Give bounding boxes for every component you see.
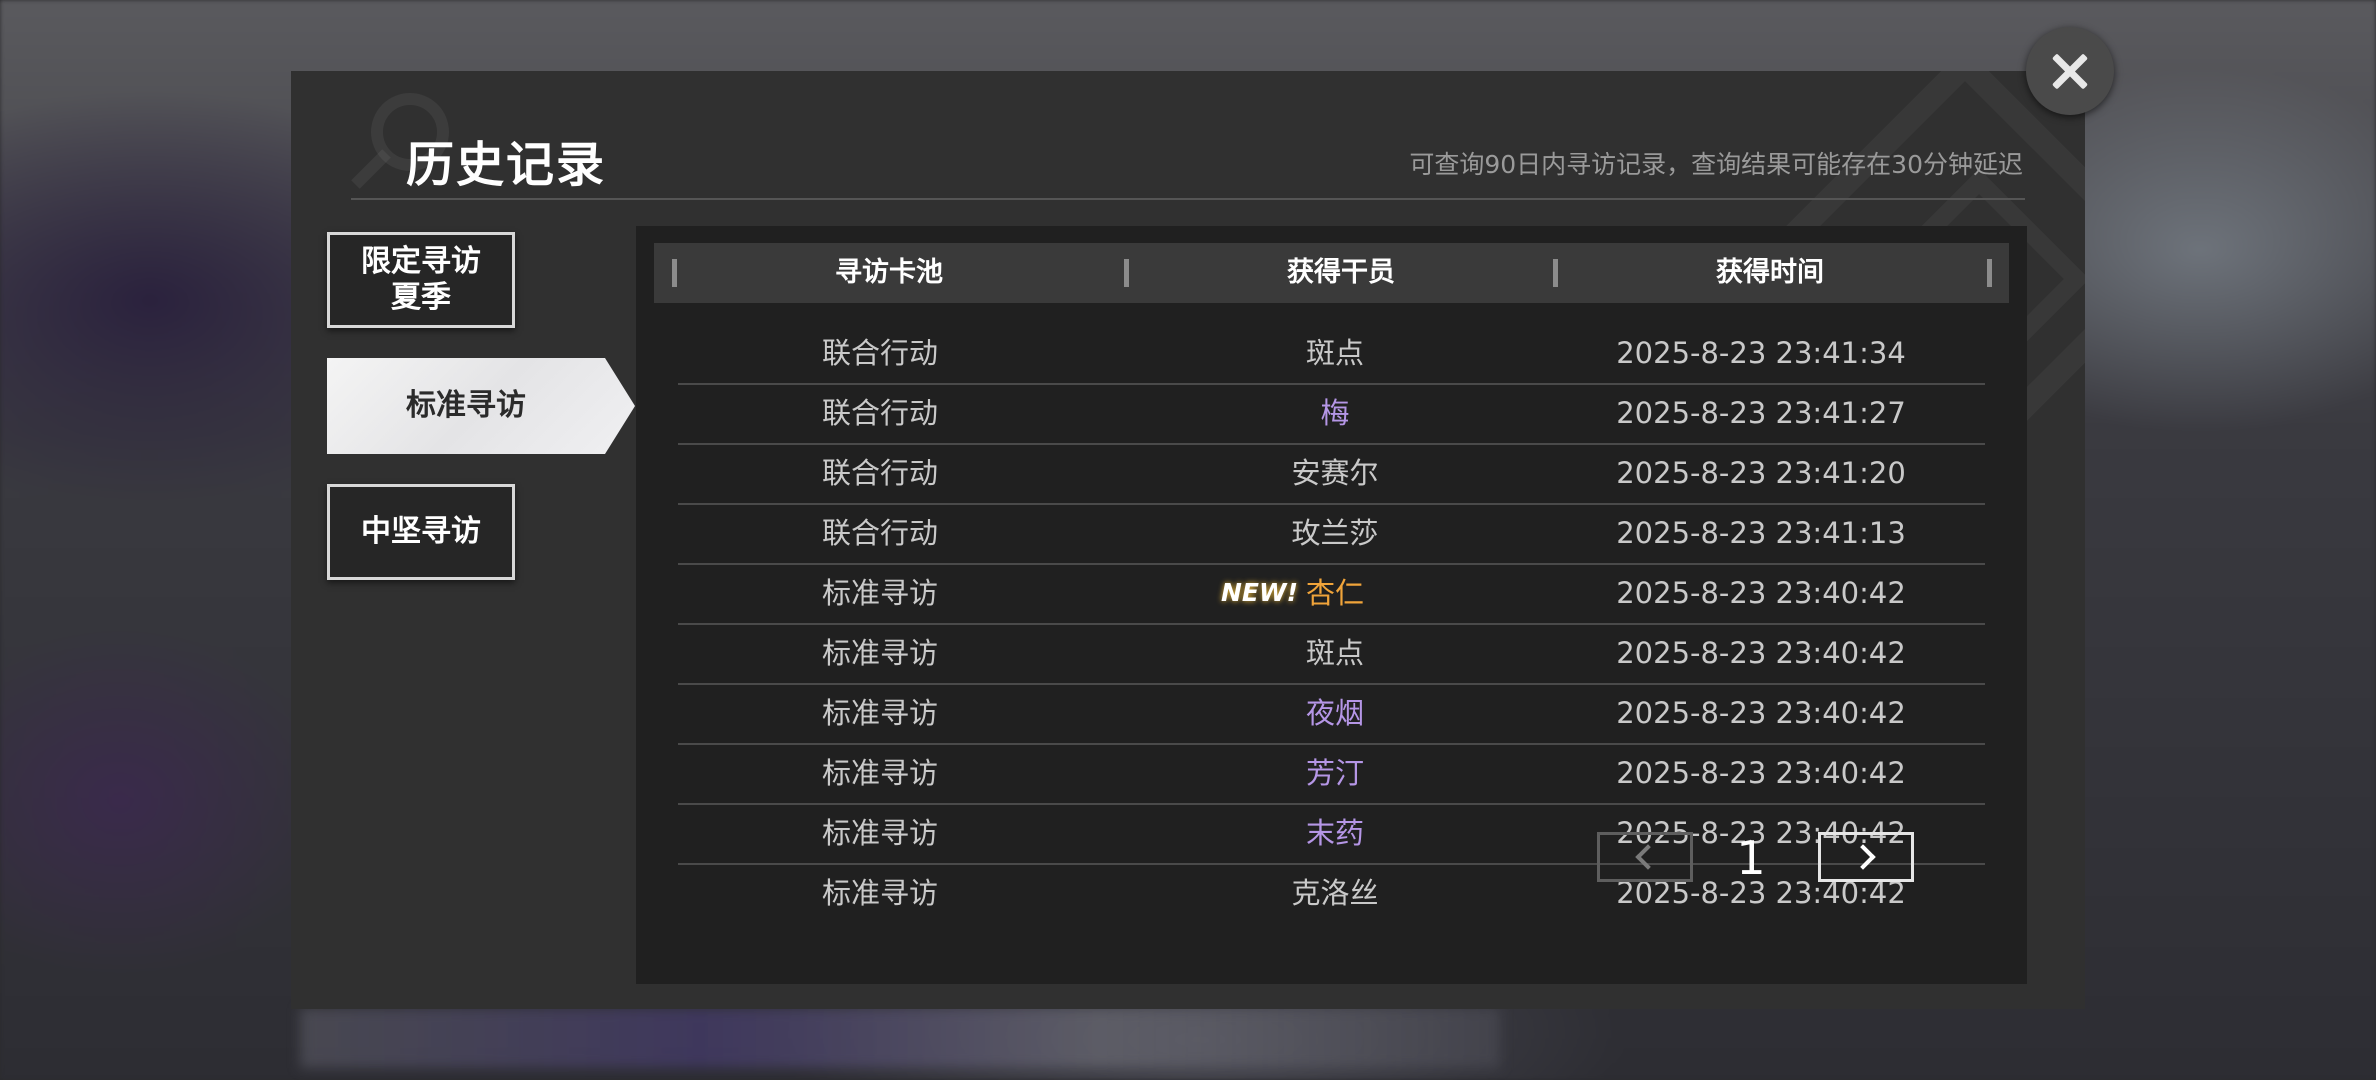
tab-standard[interactable]: 标准寻访: [327, 358, 635, 454]
table-row: 标准寻访 NEW! 杏仁 2025-8-23 23:40:42: [678, 563, 1985, 625]
operator-name: 夜烟: [1305, 696, 1364, 730]
table-row: 联合行动 斑点 2025-8-23 23:41:34: [678, 323, 1985, 385]
pagination: 1: [291, 831, 2085, 885]
table-row: 标准寻访 夜烟 2025-8-23 23:40:42: [678, 683, 1985, 745]
cell-operator: 夜烟: [1123, 683, 1547, 743]
header-separator: [1987, 259, 1992, 287]
query-notice: 可查询90日内寻访记录，查询结果可能存在30分钟延迟: [1409, 150, 2023, 179]
close-button[interactable]: [2026, 27, 2114, 115]
operator-name-wrap: 安赛尔: [1291, 443, 1378, 503]
chevron-right-icon: [1850, 844, 1876, 870]
tab-kernel-label: 中坚寻访: [361, 514, 481, 549]
operator-name-wrap: 斑点: [1306, 623, 1364, 683]
cell-pool: 标准寻访: [821, 636, 938, 670]
cell-operator: 安赛尔: [1123, 443, 1547, 503]
cell-pool: 联合行动: [821, 516, 938, 550]
header-operator: 获得干员: [1287, 257, 1395, 288]
cell-time: 2025-8-23 23:41:34: [1616, 336, 1906, 370]
cell-pool: 联合行动: [821, 396, 938, 430]
table-header: 寻访卡池 获得干员 获得时间: [654, 243, 2009, 303]
operator-name-wrap: 芳汀: [1306, 743, 1364, 803]
cell-operator: 玫兰莎: [1123, 503, 1547, 563]
operator-name: 玫兰莎: [1291, 516, 1379, 550]
table-row: 联合行动 玫兰莎 2025-8-23 23:41:13: [678, 503, 1985, 565]
operator-name-wrap: 斑点: [1306, 323, 1364, 383]
cell-operator: 梅: [1123, 383, 1547, 443]
tab-limited-summer-line1: 限定寻访: [361, 244, 481, 279]
cell-time: 2025-8-23 23:41:27: [1616, 396, 1906, 430]
operator-name-wrap: NEW! 杏仁: [1221, 563, 1364, 623]
header-pool: 寻访卡池: [835, 257, 943, 288]
operator-name-wrap: 玫兰莎: [1291, 503, 1378, 563]
table-row: 标准寻访 芳汀 2025-8-23 23:40:42: [678, 743, 1985, 805]
header-time: 获得时间: [1716, 257, 1824, 288]
cell-time: 2025-8-23 23:41:13: [1616, 516, 1906, 550]
table-row: 联合行动 安赛尔 2025-8-23 23:41:20: [678, 443, 1985, 505]
cell-time: 2025-8-23 23:41:20: [1616, 456, 1906, 490]
blurred-bottom-bar: [300, 1008, 1500, 1068]
next-page-button[interactable]: [1818, 832, 1914, 882]
operator-name: 杏仁: [1305, 576, 1364, 610]
cell-pool: 标准寻访: [821, 576, 938, 610]
cell-operator: NEW! 杏仁: [1123, 563, 1547, 623]
cell-pool: 联合行动: [821, 456, 938, 490]
cell-pool: 标准寻访: [821, 756, 938, 790]
cell-time: 2025-8-23 23:40:42: [1616, 696, 1906, 730]
decorative-magnifier-handle: [351, 149, 391, 189]
chevron-left-icon: [1635, 844, 1661, 870]
operator-name: 安赛尔: [1291, 456, 1379, 490]
cell-pool: 联合行动: [821, 336, 938, 370]
operator-name: 芳汀: [1305, 756, 1364, 790]
title-divider: [351, 198, 2025, 200]
current-page-number: 1: [1736, 831, 1766, 885]
operator-name-wrap: 梅: [1320, 383, 1349, 443]
table-row: 标准寻访 斑点 2025-8-23 23:40:42: [678, 623, 1985, 685]
table-row: 联合行动 梅 2025-8-23 23:41:27: [678, 383, 1985, 445]
cell-operator: 斑点: [1123, 323, 1547, 383]
prev-page-button[interactable]: [1597, 832, 1693, 882]
history-dialog: 历史记录 可查询90日内寻访记录，查询结果可能存在30分钟延迟 限定寻访 夏季 …: [291, 71, 2085, 1009]
tab-standard-label: 标准寻访: [406, 388, 526, 423]
operator-name: 斑点: [1305, 636, 1364, 670]
operator-name: 斑点: [1305, 336, 1364, 370]
cell-pool: 标准寻访: [821, 696, 938, 730]
page-title: 历史记录: [406, 137, 607, 193]
new-badge: NEW!: [1221, 578, 1298, 607]
cell-time: 2025-8-23 23:40:42: [1616, 756, 1906, 790]
cell-operator: 芳汀: [1123, 743, 1547, 803]
tab-limited-summer[interactable]: 限定寻访 夏季: [327, 232, 515, 328]
cell-time: 2025-8-23 23:40:42: [1616, 576, 1906, 610]
tab-kernel[interactable]: 中坚寻访: [327, 484, 515, 580]
operator-name: 梅: [1320, 396, 1350, 430]
cell-time: 2025-8-23 23:40:42: [1616, 636, 1906, 670]
cell-operator: 斑点: [1123, 623, 1547, 683]
tab-limited-summer-line2: 夏季: [391, 280, 451, 315]
operator-name-wrap: 夜烟: [1306, 683, 1364, 743]
